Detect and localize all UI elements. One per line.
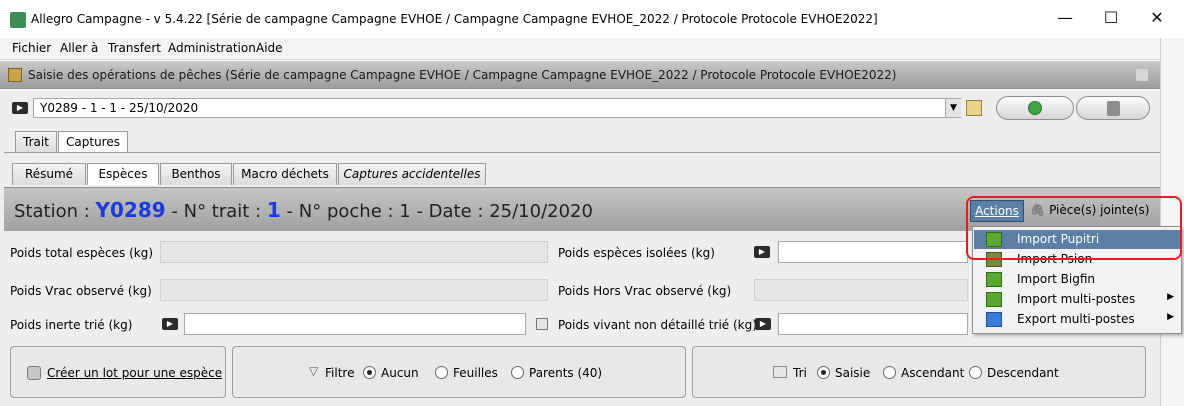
close-button[interactable]: ✕	[1134, 6, 1180, 32]
trait-label: - N° trait :	[171, 201, 262, 222]
menu-import-multipostes-label: Import multi-postes	[1017, 292, 1136, 306]
station-id: Y0289	[95, 198, 166, 222]
sort-icon	[773, 366, 787, 378]
sort-group: Tri Saisie Ascendant Descendant	[692, 346, 1146, 398]
poids-vrac-label: Poids Vrac observé (kg)	[10, 284, 152, 298]
panel-title: Saisie des opérations de pêches (Série d…	[28, 68, 897, 82]
filter-label: Filtre	[325, 366, 355, 380]
submenu-arrow-icon: ▶	[1167, 292, 1174, 302]
sort-ascendant-label: Ascendant	[901, 366, 965, 380]
window-title: Allegro Campagne - v 5.4.22 [Série de ca…	[31, 12, 878, 26]
sort-ascendant-radio[interactable]	[883, 366, 896, 379]
app-icon	[10, 12, 26, 28]
title-bar: Allegro Campagne - v 5.4.22 [Série de ca…	[0, 0, 1184, 38]
create-lot-button[interactable]: Créer un lot pour une espèce	[10, 346, 226, 398]
download-icon	[986, 272, 1002, 287]
sort-descendant-label: Descendant	[987, 366, 1059, 380]
poids-total-label: Poids total espèces (kg)	[10, 246, 154, 260]
download-icon	[986, 292, 1002, 307]
operation-value: Y0289 - 1 - 1 - 25/10/2020	[40, 101, 199, 115]
filter-icon: ▽	[309, 364, 319, 378]
menu-aide[interactable]: Aide	[256, 41, 283, 55]
filter-aucun-label: Aucun	[381, 366, 419, 380]
menu-bar: Fichier Aller à Transfert Administration…	[0, 38, 1160, 60]
add-icon	[1028, 101, 1042, 115]
filter-parents-label: Parents (40)	[529, 366, 603, 380]
poids-hors-vrac-field	[754, 279, 968, 301]
panel-menu-icon[interactable]	[1136, 69, 1148, 81]
menu-import-bigfin-label: Import Bigfin	[1017, 272, 1095, 286]
filter-parents-radio[interactable]	[511, 366, 524, 379]
sort-descendant-radio[interactable]	[969, 366, 982, 379]
filter-feuilles-radio[interactable]	[435, 366, 448, 379]
operation-dropdown-arrow[interactable]: ▼	[945, 99, 961, 117]
next-icon: ▶	[754, 246, 770, 258]
sort-saisie-label: Saisie	[835, 366, 871, 380]
tab-macro-dechets[interactable]: Macro déchets	[233, 163, 337, 185]
poids-inerte-label: Poids inerte trié (kg)	[10, 318, 133, 332]
station-title: Station : Y0289 - N° trait : 1 - N° poch…	[14, 198, 593, 222]
sort-saisie-radio[interactable]	[817, 366, 830, 379]
sort-label: Tri	[793, 366, 807, 380]
main-tab-divider	[4, 152, 1160, 153]
create-lot-label: Créer un lot pour une espèce	[47, 366, 223, 380]
tab-especes[interactable]: Espèces	[87, 163, 159, 185]
panel-header: Saisie des opérations de pêches (Série d…	[0, 61, 1160, 89]
menu-administration[interactable]: Administration	[168, 41, 256, 55]
poids-vivant-input[interactable]	[778, 313, 968, 335]
next-icon: ▶	[755, 318, 771, 330]
menu-import-bigfin[interactable]: Import Bigfin	[974, 270, 1180, 289]
menu-export-multipostes[interactable]: Export multi-postes ▶	[974, 310, 1180, 329]
poids-vivant-label: Poids vivant non détaillé trié (kg)	[558, 318, 757, 332]
poids-total-field	[160, 241, 548, 263]
maximize-button[interactable]: ☐	[1088, 6, 1134, 32]
trait-number: 1	[266, 198, 281, 222]
highlight-annotation	[966, 196, 1182, 260]
create-lot-icon	[27, 366, 41, 380]
edit-pencil-icon[interactable]	[966, 100, 982, 116]
menu-import-multipostes[interactable]: Import multi-postes ▶	[974, 290, 1180, 309]
add-button[interactable]	[996, 96, 1074, 120]
operation-selector[interactable]: Y0289 - 1 - 1 - 25/10/2020	[33, 98, 961, 118]
tab-captures-accidentelles[interactable]: Captures accidentelles	[338, 163, 486, 185]
next-icon: ▶	[162, 318, 178, 330]
poids-isolees-input[interactable]	[778, 241, 968, 263]
menu-transfert[interactable]: Transfert	[108, 41, 161, 55]
edit-icon	[8, 68, 22, 82]
minimize-button[interactable]: —	[1042, 6, 1088, 32]
upload-icon	[986, 312, 1002, 327]
tab-trait[interactable]: Trait	[15, 131, 57, 153]
filter-group: ▽ Filtre Aucun Feuilles Parents (40)	[232, 346, 686, 398]
tab-benthos[interactable]: Benthos	[160, 163, 232, 185]
poids-inerte-input[interactable]	[184, 313, 526, 335]
delete-button[interactable]	[1076, 96, 1150, 120]
filter-aucun-radio[interactable]	[363, 366, 376, 379]
trash-icon	[1107, 101, 1120, 116]
filter-feuilles-label: Feuilles	[453, 366, 498, 380]
poids-isolees-label: Poids espèces isolées (kg)	[558, 246, 715, 260]
submenu-arrow-icon: ▶	[1167, 312, 1174, 322]
station-rest: - N° poche : 1 - Date : 25/10/2020	[286, 201, 593, 222]
poids-vrac-field	[160, 279, 548, 301]
station-label: Station :	[14, 201, 90, 222]
poids-hors-vrac-label: Poids Hors Vrac observé (kg)	[558, 284, 732, 298]
next-icon: ▶	[12, 102, 28, 114]
menu-export-multipostes-label: Export multi-postes	[1017, 312, 1135, 326]
menu-fichier[interactable]: Fichier	[12, 41, 51, 55]
menu-aller-a[interactable]: Aller à	[60, 41, 98, 55]
tab-captures[interactable]: Captures	[58, 131, 128, 153]
calculator-icon[interactable]	[536, 318, 548, 330]
tab-resume[interactable]: Résumé	[12, 163, 86, 185]
